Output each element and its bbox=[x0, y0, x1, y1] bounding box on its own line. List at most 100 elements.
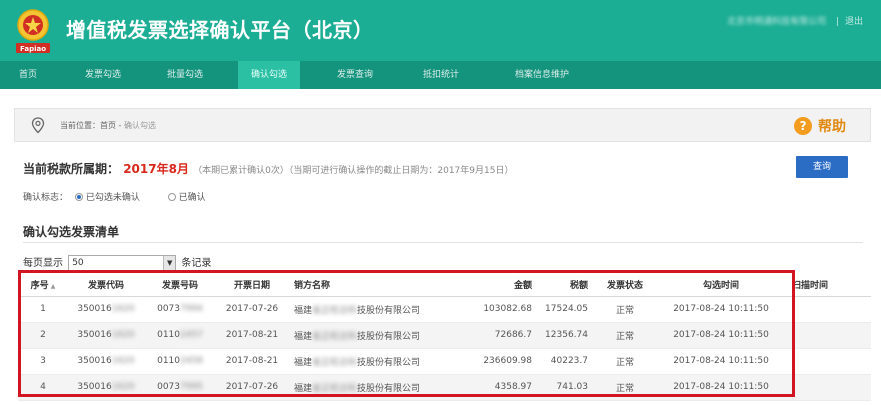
col-header-code[interactable]: 发票代码 bbox=[68, 273, 144, 297]
table-row[interactable]: 2 3500161620 01102457 2017-08-21 福建省正旺达科… bbox=[18, 322, 871, 349]
cell-status: 正常 bbox=[594, 322, 656, 349]
cell-number: 01102457 bbox=[144, 322, 216, 349]
cell-index: 3 bbox=[18, 348, 68, 375]
confirm-flag-group: 确认标志： 已勾选未确认 已确认 bbox=[23, 190, 206, 203]
cell-select-time: 2017-08-24 10:11:50 bbox=[656, 374, 786, 401]
nav-item-confirm-select[interactable]: 确认勾选 bbox=[238, 61, 300, 89]
radio-confirmed[interactable] bbox=[167, 193, 176, 201]
cell-number: 00737994 bbox=[144, 296, 216, 323]
main-nav: 首页 发票勾选 批量勾选 确认勾选 发票查询 抵扣统计 档案信息维护 bbox=[0, 61, 881, 89]
cell-number: 01102458 bbox=[144, 348, 216, 375]
per-page-control: 每页显示 50 ▼ 条记录 bbox=[23, 254, 211, 271]
nav-item-home[interactable]: 首页 bbox=[6, 61, 50, 89]
page-title: 增值税发票选择确认平台（北京） bbox=[66, 18, 374, 42]
per-page-suffix: 条记录 bbox=[181, 258, 212, 269]
nav-item-deduction-stats[interactable]: 抵扣统计 bbox=[410, 61, 472, 89]
cell-tax: 17524.05 bbox=[538, 296, 594, 323]
cell-number: 00737995 bbox=[144, 374, 216, 401]
table-row[interactable]: 1 3500161620 00737994 2017-07-26 福建省正旺达科… bbox=[18, 296, 871, 323]
cell-amount: 103082.68 bbox=[460, 296, 538, 323]
cell-date: 2017-08-21 bbox=[216, 322, 288, 349]
radio-confirmed-label[interactable]: 已确认 bbox=[179, 193, 206, 203]
sort-ascending-icon: ▲ bbox=[50, 282, 56, 290]
cell-select-time: 2017-08-24 10:11:50 bbox=[656, 322, 786, 349]
table-header-row: 序号 ▲ 发票代码 发票号码 开票日期 销方名称 金额 税额 发票状态 勾选时间 … bbox=[18, 273, 871, 297]
col-header-tax[interactable]: 税额 bbox=[538, 273, 594, 297]
col-header-status[interactable]: 发票状态 bbox=[594, 273, 656, 297]
cell-tax: 12356.74 bbox=[538, 322, 594, 349]
per-page-value: 50 bbox=[72, 258, 84, 268]
query-button[interactable]: 查询 bbox=[796, 156, 848, 178]
cell-tax: 40223.7 bbox=[538, 348, 594, 375]
cell-date: 2017-08-21 bbox=[216, 348, 288, 375]
cell-status: 正常 bbox=[594, 374, 656, 401]
cell-index: 2 bbox=[18, 322, 68, 349]
cell-select-time: 2017-08-24 10:11:50 bbox=[656, 348, 786, 375]
list-title: 确认勾选发票清单 bbox=[23, 225, 120, 239]
cell-seller: 福建省正旺达科技股份有限公司 bbox=[288, 322, 460, 349]
cell-status: 正常 bbox=[594, 296, 656, 323]
cell-code: 3500161620 bbox=[68, 374, 144, 401]
radio-unconfirmed[interactable] bbox=[74, 193, 83, 201]
cell-amount: 4358.97 bbox=[460, 374, 538, 401]
cell-amount: 72686.7 bbox=[460, 322, 538, 349]
col-header-index[interactable]: 序号 ▲ bbox=[18, 273, 68, 297]
col-header-scan-time[interactable]: 扫描时间 bbox=[786, 273, 871, 297]
col-header-select-time[interactable]: 勾选时间 bbox=[656, 273, 786, 297]
breadcrumb-bar: 当前位置：首页 - 确认勾选 ? 帮助 bbox=[14, 108, 871, 142]
confirm-flag-label: 确认标志： bbox=[23, 193, 69, 203]
logo-text: Fapiao bbox=[20, 45, 46, 53]
help-label: 帮助 bbox=[818, 119, 846, 135]
cell-code: 3500161620 bbox=[68, 322, 144, 349]
table-row[interactable]: 4 3500161620 00737995 2017-07-26 福建省正旺达科… bbox=[18, 374, 871, 401]
cell-tax: 741.03 bbox=[538, 374, 594, 401]
cell-date: 2017-07-26 bbox=[216, 374, 288, 401]
cell-scan-time bbox=[786, 296, 871, 323]
cell-seller: 福建省正旺达科技股份有限公司 bbox=[288, 348, 460, 375]
location-pin-icon bbox=[31, 117, 45, 134]
list-divider bbox=[23, 242, 863, 243]
table-row[interactable]: 3 3500161620 01102458 2017-08-21 福建省正旺达科… bbox=[18, 348, 871, 375]
nav-item-invoice-select[interactable]: 发票勾选 bbox=[72, 61, 134, 89]
dropdown-arrow-icon: ▼ bbox=[163, 256, 176, 270]
nav-item-batch-select[interactable]: 批量勾选 bbox=[154, 61, 216, 89]
help-link[interactable]: ? 帮助 bbox=[794, 116, 846, 136]
radio-unconfirmed-label[interactable]: 已勾选未确认 bbox=[86, 193, 140, 203]
nav-item-archive-maintenance[interactable]: 档案信息维护 bbox=[500, 61, 584, 89]
cell-scan-time bbox=[786, 348, 871, 375]
cell-index: 1 bbox=[18, 296, 68, 323]
user-name: 北京市明通科技有限公司 bbox=[727, 17, 827, 27]
cell-select-time: 2017-08-24 10:11:50 bbox=[656, 296, 786, 323]
app-header: Fapiao 增值税发票选择确认平台（北京） 北京市明通科技有限公司 | 退出 bbox=[0, 0, 881, 61]
cell-date: 2017-07-26 bbox=[216, 296, 288, 323]
cell-scan-time bbox=[786, 374, 871, 401]
tax-period-line: 当前税款所属期： 2017年8月 （本期已累计确认0次）（当期可进行确认操作的截… bbox=[23, 160, 513, 177]
col-header-date[interactable]: 开票日期 bbox=[216, 273, 288, 297]
cell-seller: 福建省正旺达科技股份有限公司 bbox=[288, 296, 460, 323]
breadcrumb-current: 确认勾选 bbox=[123, 121, 156, 130]
col-header-amount[interactable]: 金额 bbox=[460, 273, 538, 297]
user-separator: | bbox=[836, 17, 840, 27]
col-header-number[interactable]: 发票号码 bbox=[144, 273, 216, 297]
per-page-label: 每页显示 bbox=[23, 258, 63, 269]
invoice-table: 序号 ▲ 发票代码 发票号码 开票日期 销方名称 金额 税额 发票状态 勾选时间 … bbox=[18, 273, 871, 401]
main-content: 当前位置：首页 - 确认勾选 ? 帮助 当前税款所属期： 2017年8月 （本期… bbox=[14, 108, 871, 405]
cell-index: 4 bbox=[18, 374, 68, 401]
logout-link[interactable]: 退出 bbox=[845, 17, 863, 27]
help-question-icon: ? bbox=[794, 117, 813, 135]
per-page-select[interactable]: 50 ▼ bbox=[68, 255, 177, 271]
breadcrumb: 当前位置：首页 - 确认勾选 bbox=[60, 120, 156, 131]
tax-period-note: （本期已累计确认0次）（当期可进行确认操作的截止日期为：2017年9月15日） bbox=[193, 166, 514, 176]
tax-period-value: 2017年8月 bbox=[123, 162, 189, 176]
cell-code: 3500161620 bbox=[68, 348, 144, 375]
breadcrumb-prefix: 当前位置：首页 - bbox=[60, 121, 122, 130]
cell-amount: 236609.98 bbox=[460, 348, 538, 375]
cell-status: 正常 bbox=[594, 348, 656, 375]
user-area: 北京市明通科技有限公司 | 退出 bbox=[727, 14, 863, 27]
cell-scan-time bbox=[786, 322, 871, 349]
national-emblem-logo-icon: Fapiao bbox=[16, 9, 50, 53]
nav-item-invoice-query[interactable]: 发票查询 bbox=[324, 61, 386, 89]
cell-code: 3500161620 bbox=[68, 296, 144, 323]
col-header-seller[interactable]: 销方名称 bbox=[288, 273, 460, 297]
cell-seller: 福建省正旺达科技股份有限公司 bbox=[288, 374, 460, 401]
